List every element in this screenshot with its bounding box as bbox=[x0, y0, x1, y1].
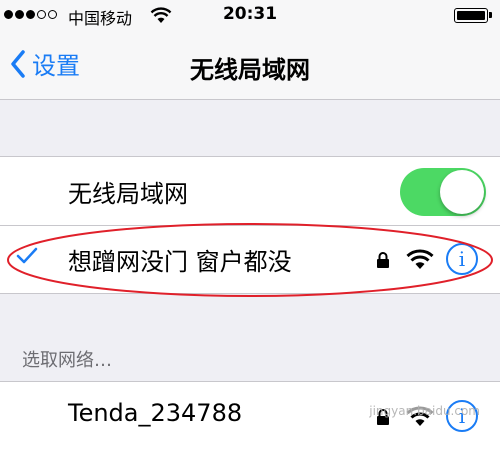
wifi-settings-group: 无线局域网 想蹭网没门 窗户都没 i bbox=[0, 156, 500, 294]
wifi-toggle-label: 无线局域网 bbox=[68, 180, 188, 208]
network-name: Tenda_234788 bbox=[68, 399, 243, 427]
wifi-signal-icon bbox=[406, 249, 434, 269]
battery-icon bbox=[454, 8, 492, 23]
watermark: jingyan.baidu.com bbox=[369, 404, 480, 418]
wifi-toggle-row: 无线局域网 bbox=[0, 157, 500, 225]
lock-icon bbox=[377, 252, 389, 268]
current-network-row[interactable]: 想蹭网没门 窗户都没 i bbox=[0, 225, 500, 293]
status-time: 20:31 bbox=[222, 4, 278, 24]
page-title: 无线局域网 bbox=[190, 56, 310, 84]
checkmark-icon bbox=[16, 247, 38, 264]
status-bar: 中国移动 20:31 bbox=[0, 0, 500, 32]
choose-network-header: 选取网络… bbox=[22, 350, 112, 371]
network-list: Tenda_234788 i bbox=[0, 381, 500, 461]
info-button[interactable]: i bbox=[446, 243, 478, 275]
navigation-bar: 设置 无线局域网 bbox=[0, 32, 500, 100]
toggle-knob bbox=[440, 170, 484, 214]
wifi-toggle-switch[interactable] bbox=[400, 168, 486, 216]
current-network-name: 想蹭网没门 窗户都没 bbox=[68, 248, 292, 276]
